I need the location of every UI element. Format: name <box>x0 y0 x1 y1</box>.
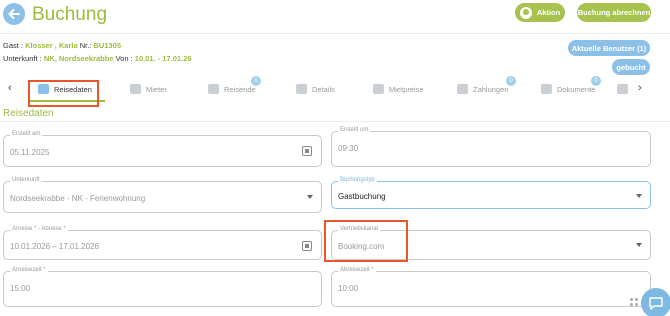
field-value: 10.01.2026 – 17.01.2026 <box>10 242 99 251</box>
tab-reisende[interactable]: Reisende 0 <box>208 76 261 100</box>
tab-reisedaten[interactable]: Reisedaten <box>38 78 92 100</box>
field-label: Buchungstyp <box>338 177 377 183</box>
back-button[interactable] <box>3 3 25 25</box>
arrow-left-icon <box>8 9 20 19</box>
field-value: Gastbuchung <box>338 192 386 201</box>
chevron-down-icon <box>636 243 642 247</box>
status-badge[interactable]: gebucht <box>612 59 650 75</box>
suitcase-icon <box>38 84 49 94</box>
abreisezeit-field[interactable]: Abreisezeit * 10:00 <box>331 267 651 307</box>
aktion-label: Aktion <box>536 8 561 17</box>
calendar-icon[interactable] <box>302 146 312 156</box>
field-label: Unterkunft <box>10 177 42 183</box>
vertriebskanal-select[interactable]: Vertriebskanal Booking.com <box>331 226 651 260</box>
calendar-icon[interactable] <box>302 241 312 251</box>
chevron-down-icon <box>307 195 313 199</box>
chat-icon <box>649 297 663 310</box>
tab-more[interactable] <box>617 78 633 100</box>
field-value: Nordseekrabbe - NK - Ferienwohnung <box>10 194 146 203</box>
tab-dokumente[interactable]: Dokumente 0 <box>541 76 601 100</box>
active-tab-indicator <box>28 100 105 102</box>
tab-mieter[interactable]: Mieter <box>130 78 167 100</box>
field-label: Vertriebskanal <box>338 226 381 232</box>
section-divider <box>0 121 670 122</box>
accommodation-info-line: Unterkunft : NK, Nordseekrabbe Von : 10.… <box>3 54 192 63</box>
field-label: Anreisezeit * <box>10 267 48 273</box>
tab-label: Mieter <box>146 84 167 94</box>
field-value: Booking.com <box>338 242 385 251</box>
tab-details[interactable]: Details <box>296 78 335 100</box>
field-value: 05.11.2025 <box>10 148 50 157</box>
buchungstyp-select[interactable]: Buchungstyp Gastbuchung <box>331 177 651 209</box>
drag-handle-icon[interactable] <box>630 298 638 306</box>
tab-label: Reisedaten <box>54 84 92 94</box>
tab-bar: ‹ Reisedaten Mieter Reisende 0 Details M… <box>0 76 670 102</box>
current-users-button[interactable]: Aktuelle Benutzer (1) <box>568 40 650 56</box>
booking-number: BU1305 <box>93 41 122 50</box>
anreise-abreise-field[interactable]: Anreise * - Abreise * 10.01.2026 – 17.01… <box>3 226 322 260</box>
section-title: Reisedaten <box>3 108 54 119</box>
message-icon <box>617 84 628 94</box>
buchung-abrechnen-button[interactable]: Buchung abrechnen <box>577 3 651 22</box>
tab-label: Reisende <box>224 84 256 94</box>
unterkunft-value: NK, Nordseekrabbe <box>43 54 114 63</box>
field-label: Anreise * - Abreise * <box>10 226 68 232</box>
nr-label: Nr.: <box>79 41 92 50</box>
user-icon <box>519 6 532 19</box>
page-header: Buchung Aktion Buchung abrechnen <box>0 0 670 34</box>
anreisezeit-field[interactable]: Anreisezeit * 15:00 <box>3 267 322 307</box>
chat-button[interactable] <box>641 288 670 316</box>
aktion-button[interactable]: Aktion <box>515 3 565 22</box>
tab-label: Details <box>312 84 335 94</box>
zahlungen-count-badge: 0 <box>506 76 516 86</box>
field-label: Abreisezeit * <box>338 267 376 273</box>
tabs-scroll-left-icon[interactable]: ‹ <box>8 82 12 94</box>
users-icon <box>208 84 219 94</box>
erstellt-um-field[interactable]: Erstellt um 09:30 <box>331 127 651 167</box>
erstellt-am-field[interactable]: Erstellt am 05.11.2025 <box>3 131 322 167</box>
von-label: Von : <box>115 54 133 63</box>
field-label: Erstellt um <box>338 127 371 133</box>
guest-info-line: Gast : Klosser , Karla Nr.: BU1305 <box>3 41 121 50</box>
gast-value: Klosser , Karla <box>25 41 78 50</box>
reisende-count-badge: 0 <box>251 76 261 86</box>
price-icon <box>373 84 384 94</box>
field-value: 15:00 <box>10 284 31 293</box>
unterkunft-label: Unterkunft : <box>3 54 42 63</box>
tab-label: Dokumente <box>557 84 596 94</box>
tab-label: Zahlungen <box>473 84 509 94</box>
tab-zahlungen[interactable]: Zahlungen 0 <box>457 76 516 100</box>
chevron-down-icon <box>636 194 642 198</box>
dokumente-count-badge: 0 <box>591 76 601 86</box>
field-value: 09:30 <box>338 144 359 153</box>
tab-mietpreise[interactable]: Mietpreise <box>373 78 424 100</box>
field-value: 10:00 <box>338 284 359 293</box>
date-range-value: 10.01. - 17.01.26 <box>134 54 192 63</box>
field-label: Erstellt am <box>10 131 43 137</box>
page-title: Buchung <box>32 4 108 25</box>
document-icon <box>130 84 141 94</box>
gast-label: Gast : <box>3 41 24 50</box>
file-icon <box>541 84 552 94</box>
tab-label: Mietpreise <box>389 84 424 94</box>
unterkunft-select[interactable]: Unterkunft Nordseekrabbe - NK - Ferienwo… <box>3 177 322 213</box>
list-icon <box>296 84 307 94</box>
money-icon <box>457 84 468 94</box>
tabs-scroll-right-icon[interactable]: › <box>638 82 642 94</box>
